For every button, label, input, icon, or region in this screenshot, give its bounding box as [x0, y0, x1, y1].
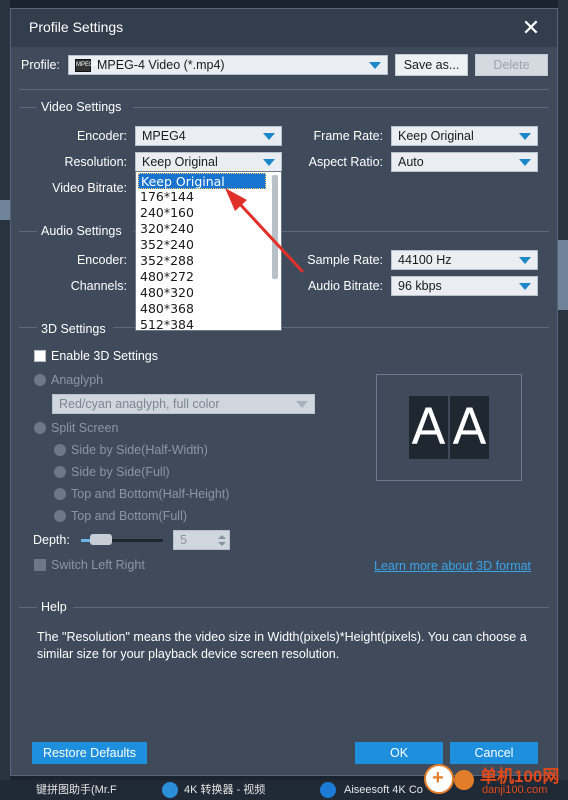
watermark-url: danji100.com	[482, 784, 548, 796]
logo-dot	[454, 770, 474, 790]
watermark-logo: + 单机100网 danji100.com	[420, 760, 568, 800]
taskbar-item[interactable]: Aiseesoft 4K Co	[344, 780, 423, 800]
annotation-arrow-line	[236, 200, 304, 273]
annotation-arrow	[225, 188, 304, 273]
taskbar-item[interactable]: 键拼图助手(Mr.F	[36, 780, 117, 800]
app-icon	[320, 782, 336, 798]
taskbar-item[interactable]: 4K 转换器 - 视频	[184, 780, 265, 800]
app-icon	[162, 782, 178, 798]
plus-icon: +	[432, 767, 444, 789]
